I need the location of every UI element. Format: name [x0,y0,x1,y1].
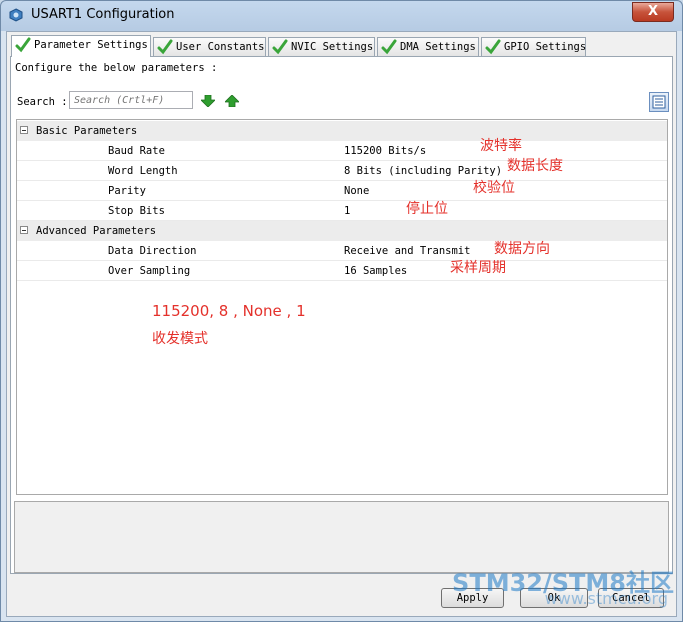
search-input[interactable] [69,91,193,109]
parameter-tree: Basic Parameters Baud Rate 115200 Bits/s… [16,119,668,495]
tab-label: NVIC Settings [291,41,374,53]
param-row-data-direction[interactable]: Data Direction Receive and Transmit [17,241,667,261]
tab-nvic-settings[interactable]: NVIC Settings [268,37,375,56]
param-name: Stop Bits [108,205,165,217]
watermark-url: www.stmcu.org [544,589,668,608]
group-name: Advanced Parameters [36,225,157,237]
param-row-stop-bits[interactable]: Stop Bits 1 [17,201,667,221]
tab-dma-settings[interactable]: DMA Settings [377,37,479,56]
param-row-word-length[interactable]: Word Length 8 Bits (including Parity) [17,161,667,181]
group-advanced-parameters[interactable]: Advanced Parameters [17,221,667,241]
app-icon [9,8,23,22]
window-title: USART1 Configuration [31,7,175,22]
close-button[interactable]: X [632,2,674,22]
tab-parameter-settings[interactable]: Parameter Settings [11,35,151,57]
collapse-icon[interactable] [20,126,28,134]
param-row-baud-rate[interactable]: Baud Rate 115200 Bits/s [17,141,667,161]
group-basic-parameters[interactable]: Basic Parameters [17,121,667,141]
tab-user-constants[interactable]: User Constants [153,37,266,56]
arrow-up-icon[interactable] [225,95,239,107]
tab-label: DMA Settings [400,41,476,53]
parameter-settings-panel: Configure the below parameters : Search … [10,56,673,574]
annotation-parity: 校验位 [473,180,515,196]
list-view-icon [652,95,666,109]
param-name: Over Sampling [108,265,191,277]
configure-label: Configure the below parameters : [15,62,218,74]
list-view-button[interactable] [649,92,669,112]
check-icon [15,37,31,53]
check-icon [157,39,173,55]
check-icon [485,39,501,55]
tab-gpio-settings[interactable]: GPIO Settings [481,37,586,56]
collapse-icon[interactable] [20,226,28,234]
annotation-stop: 停止位 [406,201,448,217]
group-name: Basic Parameters [36,125,138,137]
annotation-baud: 波特率 [480,138,522,154]
param-row-over-sampling[interactable]: Over Sampling 16 Samples [17,261,667,281]
title-bar[interactable]: USART1 Configuration X [1,1,682,31]
param-value[interactable]: None [344,181,369,201]
param-name: Baud Rate [108,145,165,157]
param-name: Word Length [108,165,178,177]
annotation-direction: 数据方向 [494,241,550,257]
check-icon [381,39,397,55]
param-name: Parity [108,185,146,197]
tab-label: User Constants [176,41,265,53]
annotation-word: 数据长度 [507,158,563,174]
annotation-mode: 收发模式 [152,331,208,347]
usart-config-window: USART1 Configuration X Parameter Setting… [0,0,683,622]
param-value[interactable]: 16 Samples [344,261,407,281]
dialog-client: Parameter Settings User Constants NVIC S… [6,31,677,617]
tab-label: GPIO Settings [504,41,587,53]
tab-label: Parameter Settings [34,39,148,51]
arrow-down-icon[interactable] [201,95,215,107]
annotation-summary: 115200, 8 , None , 1 [152,302,306,320]
search-label: Search : [17,96,68,108]
param-value[interactable]: 1 [344,201,350,221]
annotation-sampling: 采样周期 [450,260,506,276]
param-value[interactable]: 115200 Bits/s [344,141,426,161]
param-row-parity[interactable]: Parity None [17,181,667,201]
param-name: Data Direction [108,245,197,257]
check-icon [272,39,288,55]
